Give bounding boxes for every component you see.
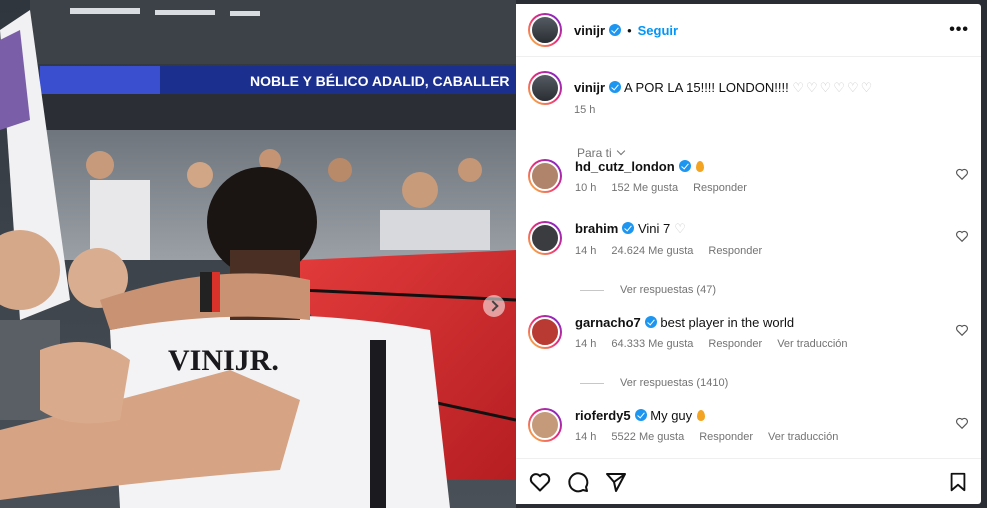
comment-username[interactable]: brahim <box>575 221 618 236</box>
comment-username[interactable]: garnacho7 <box>575 315 641 330</box>
like-heart-icon[interactable] <box>528 470 552 494</box>
heart-icon[interactable] <box>955 167 969 181</box>
follow-button[interactable]: Seguir <box>638 23 678 38</box>
post-header: vinijr • Seguir ••• <box>516 4 981 57</box>
author-username[interactable]: vinijr <box>574 23 605 38</box>
comment-text: best player in the world <box>660 315 795 330</box>
photo-image: NOBLE Y BÉLICO ADALID, CABALLER VINIJR. <box>0 0 516 508</box>
caption-hearts: ♡♡♡♡♡♡ <box>792 80 875 95</box>
post-photo[interactable]: NOBLE Y BÉLICO ADALID, CABALLER VINIJR. <box>0 0 516 508</box>
view-replies-label: Ver respuestas (47) <box>620 284 716 296</box>
caption-text: A POR LA 15!!!! LONDON!!!! <box>623 80 789 95</box>
post-side-panel: vinijr • Seguir ••• vinijr A POR LA 15!!… <box>516 4 981 504</box>
caption-content: vinijr A POR LA 15!!!! LONDON!!!! ♡♡♡♡♡♡… <box>574 71 874 116</box>
caption-time: 15 h <box>574 104 596 116</box>
verified-badge-icon <box>678 160 691 172</box>
comment-text: My guy <box>650 408 693 423</box>
verified-badge-icon <box>644 316 657 328</box>
heart-emoji-icon: ♡ <box>674 221 686 236</box>
comment-avatar[interactable] <box>528 408 562 442</box>
heart-icon[interactable] <box>955 229 969 243</box>
verified-badge-icon <box>634 409 647 421</box>
comment-time: 10 h <box>575 182 597 194</box>
comment-body: rioferdy5 My guy 14 h 5522 Me gusta Respon… <box>575 408 955 443</box>
comment-avatar[interactable] <box>528 221 562 255</box>
verified-badge-icon <box>622 222 635 234</box>
comment-item: rioferdy5 My guy 14 h 5522 Me gusta Respon… <box>528 408 969 443</box>
reply-button[interactable]: Responder <box>708 245 762 257</box>
more-options-icon[interactable]: ••• <box>949 21 969 39</box>
translate-button[interactable]: Ver traducción <box>768 431 838 443</box>
share-icon[interactable] <box>604 470 628 494</box>
comment-likes[interactable]: 152 Me gusta <box>611 182 678 194</box>
comment-avatar[interactable] <box>528 159 562 193</box>
heart-icon[interactable] <box>955 323 969 337</box>
banner-text: NOBLE Y BÉLICO ADALID, CABALLER <box>250 73 510 89</box>
replies-line <box>580 289 604 291</box>
comment-sort-dropdown[interactable]: Para ti <box>516 116 981 160</box>
verified-badge-icon <box>609 24 622 36</box>
comment-item: brahim Vini 7 ♡ 14 h 24.624 Me gusta Respon… <box>528 221 969 257</box>
comment-time: 14 h <box>575 431 597 443</box>
comment-body: garnacho7 best player in the world 14 h 6… <box>575 315 955 350</box>
reply-button[interactable]: Responder <box>699 431 753 443</box>
author-avatar[interactable] <box>528 13 562 47</box>
view-replies-button[interactable]: Ver respuestas (47) <box>580 284 716 296</box>
reply-button[interactable]: Responder <box>708 338 762 350</box>
verified-badge-icon <box>609 81 622 93</box>
comment-likes[interactable]: 24.624 Me gusta <box>611 245 693 257</box>
caption-avatar[interactable] <box>528 71 562 105</box>
view-replies-label: Ver respuestas (1410) <box>620 377 729 389</box>
header-separator: • <box>627 22 632 38</box>
action-bar <box>516 458 981 504</box>
comment-body: hd_cutz_london 10 h 152 Me gusta Responder <box>575 159 955 194</box>
fire-emoji-icon <box>695 161 704 172</box>
comment-likes[interactable]: 64.333 Me gusta <box>611 338 693 350</box>
replies-line <box>580 382 604 384</box>
comment-likes[interactable]: 5522 Me gusta <box>611 431 684 443</box>
comment-time: 14 h <box>575 338 597 350</box>
translate-button[interactable]: Ver traducción <box>777 338 847 350</box>
comment-time: 14 h <box>575 245 597 257</box>
comment-item: hd_cutz_london 10 h 152 Me gusta Responder <box>528 159 969 194</box>
next-slide-button[interactable] <box>483 295 505 317</box>
comment-body: brahim Vini 7 ♡ 14 h 24.624 Me gusta Respon… <box>575 221 955 257</box>
reply-button[interactable]: Responder <box>693 182 747 194</box>
view-replies-button[interactable]: Ver respuestas (1410) <box>580 377 728 389</box>
comment-text: Vini 7 <box>637 221 671 236</box>
bookmark-icon[interactable] <box>947 471 969 493</box>
comment-item: garnacho7 best player in the world 14 h 6… <box>528 315 969 350</box>
comment-username[interactable]: hd_cutz_london <box>575 159 675 174</box>
comment-avatar[interactable] <box>528 315 562 349</box>
post-caption: vinijr A POR LA 15!!!! LONDON!!!! ♡♡♡♡♡♡… <box>516 57 981 116</box>
heart-icon[interactable] <box>955 416 969 430</box>
sort-label: Para ti <box>577 146 612 160</box>
caption-username[interactable]: vinijr <box>574 80 605 95</box>
chevron-down-icon <box>616 146 625 156</box>
post-viewer: NOBLE Y BÉLICO ADALID, CABALLER VINIJR. … <box>0 0 987 508</box>
fire-emoji-icon <box>697 410 706 421</box>
caption-line: vinijr A POR LA 15!!!! LONDON!!!! ♡♡♡♡♡♡ <box>574 80 874 96</box>
comment-username[interactable]: rioferdy5 <box>575 408 631 423</box>
comment-icon[interactable] <box>566 470 590 494</box>
